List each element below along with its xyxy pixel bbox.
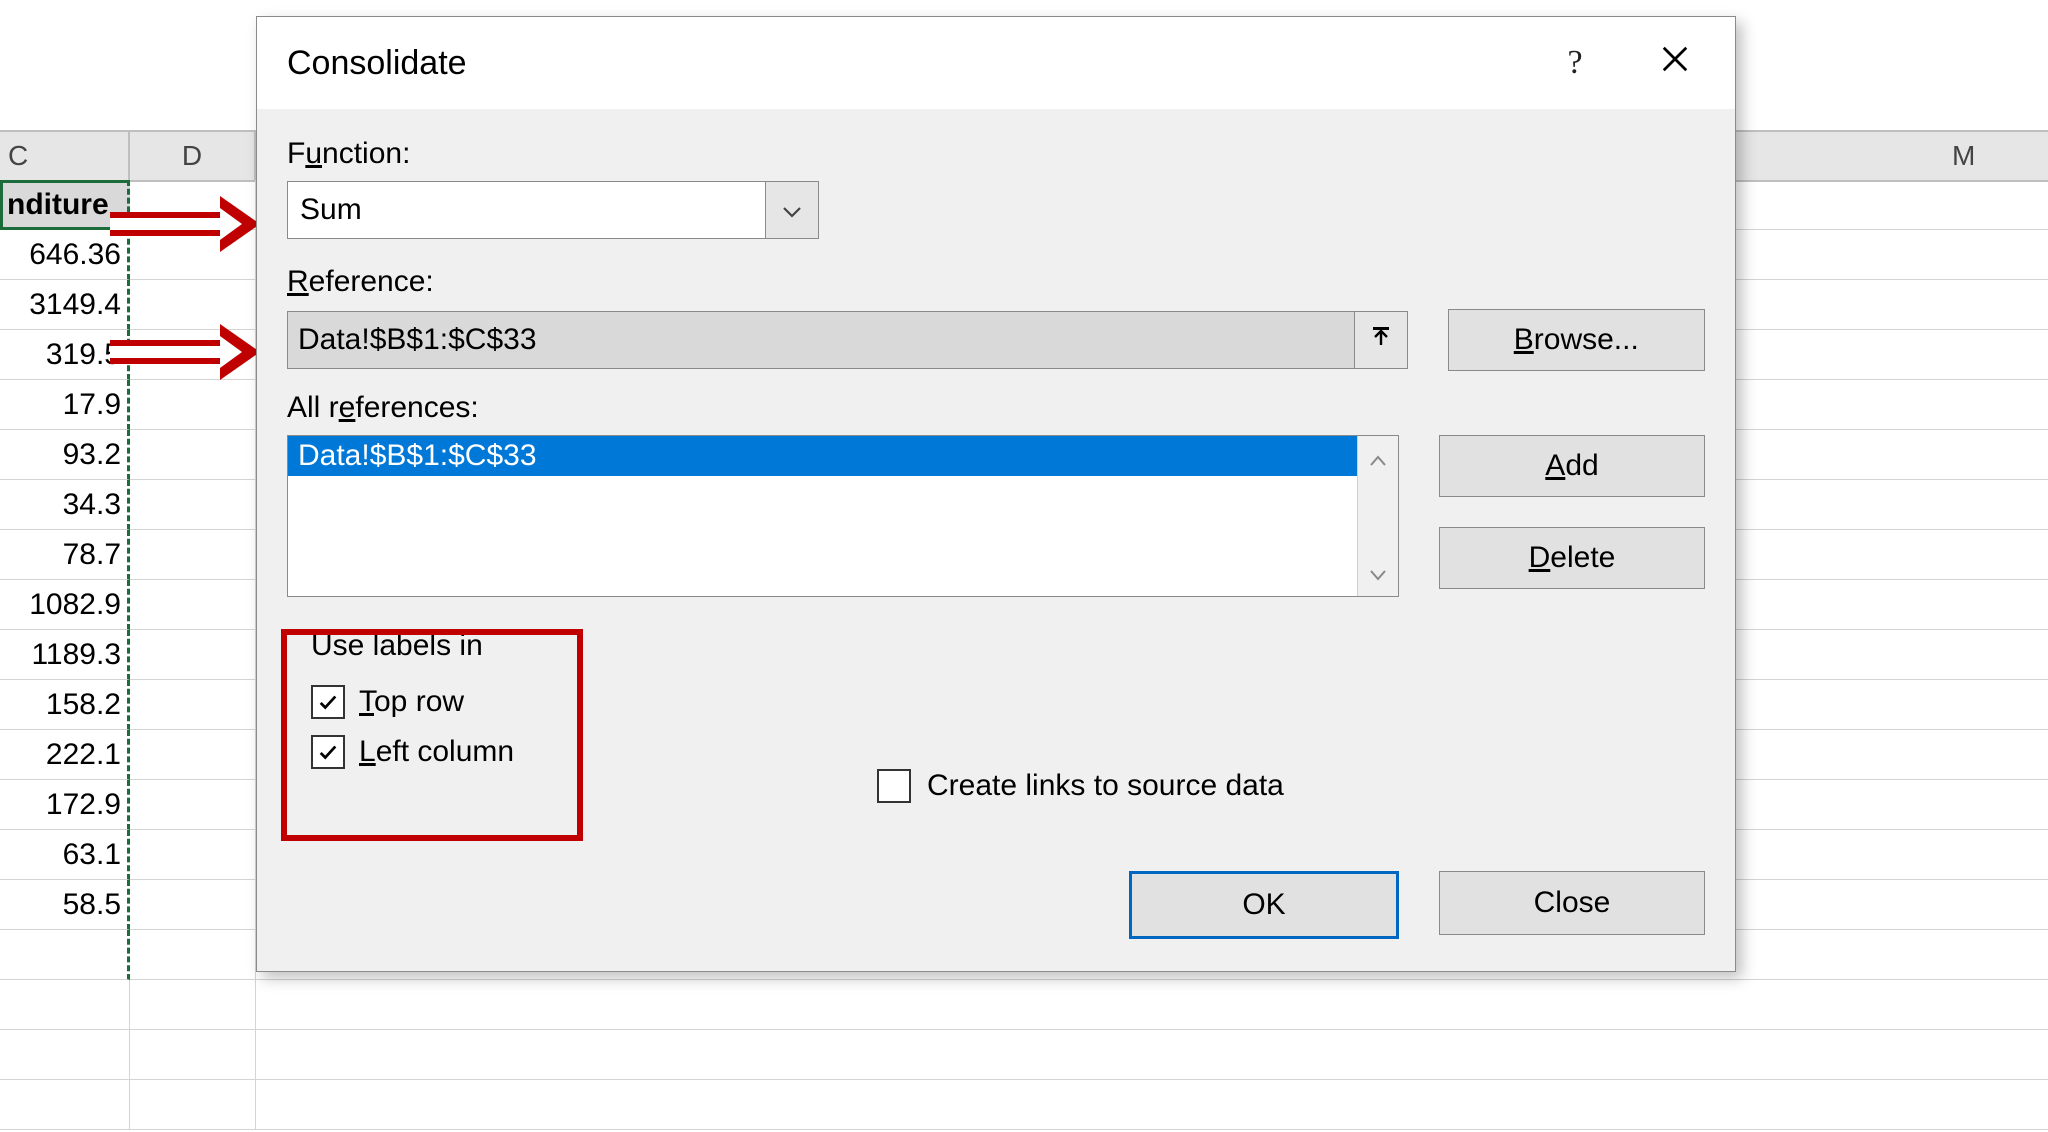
cell[interactable]: 158.2 — [0, 680, 130, 730]
col-header-D[interactable]: D — [130, 132, 256, 180]
top-row-checkbox[interactable] — [311, 685, 345, 719]
create-links-checkbox[interactable] — [877, 769, 911, 803]
cell[interactable]: 34.3 — [0, 480, 130, 530]
cell[interactable]: 93.2 — [0, 430, 130, 480]
left-column-label: Left column — [359, 735, 514, 769]
all-references-list[interactable]: Data!$B$1:$C$33 — [287, 435, 1399, 597]
close-button[interactable] — [1630, 17, 1720, 109]
cell[interactable]: 1189.3 — [0, 630, 130, 680]
use-labels-group: Use labels in Top row Left column — [287, 613, 538, 791]
function-value: Sum — [288, 182, 765, 238]
cell[interactable]: 78.7 — [0, 530, 130, 580]
help-button[interactable]: ? — [1530, 17, 1620, 109]
cell[interactable]: 172.9 — [0, 780, 130, 830]
list-item[interactable]: Data!$B$1:$C$33 — [288, 436, 1357, 476]
delete-button[interactable]: Delete — [1439, 527, 1705, 589]
all-references-label: All references: — [287, 391, 1705, 425]
col-header-C[interactable]: C — [0, 132, 130, 180]
close-dialog-button[interactable]: Close — [1439, 871, 1705, 935]
reference-input[interactable] — [288, 312, 1354, 368]
cell[interactable]: 3149.4 — [0, 280, 130, 330]
collapse-icon — [1369, 323, 1393, 357]
annotation-arrow-reference — [110, 324, 260, 380]
function-label: Function: — [287, 137, 1705, 171]
create-links-label: Create links to source data — [927, 769, 1284, 803]
consolidate-dialog: Consolidate ? Function: Sum Reference: — [256, 16, 1736, 972]
cell[interactable]: 1082.9 — [0, 580, 130, 630]
cell[interactable]: 58.5 — [0, 880, 130, 930]
left-column-checkbox[interactable] — [311, 735, 345, 769]
add-button[interactable]: Add — [1439, 435, 1705, 497]
collapse-dialog-button[interactable] — [1354, 312, 1407, 368]
top-row-label: Top row — [359, 685, 464, 719]
cell[interactable]: 63.1 — [0, 830, 130, 880]
scroll-up-icon — [1369, 442, 1387, 476]
use-labels-legend: Use labels in — [311, 629, 514, 669]
reference-label: Reference: — [287, 265, 1705, 299]
dialog-title: Consolidate — [287, 44, 467, 83]
function-dropdown-button[interactable] — [765, 182, 818, 238]
ok-button[interactable]: OK — [1129, 871, 1399, 939]
scrollbar[interactable] — [1357, 436, 1398, 596]
cell[interactable]: 17.9 — [0, 380, 130, 430]
browse-button[interactable]: Browse... — [1448, 309, 1705, 371]
annotation-arrow-function — [110, 196, 260, 252]
titlebar: Consolidate ? — [257, 17, 1735, 109]
function-combo[interactable]: Sum — [287, 181, 819, 239]
chevron-down-icon — [782, 193, 802, 227]
col-header-M[interactable]: M — [1908, 132, 2048, 180]
scroll-down-icon — [1369, 556, 1387, 590]
cell[interactable]: 222.1 — [0, 730, 130, 780]
close-icon — [1660, 44, 1690, 83]
